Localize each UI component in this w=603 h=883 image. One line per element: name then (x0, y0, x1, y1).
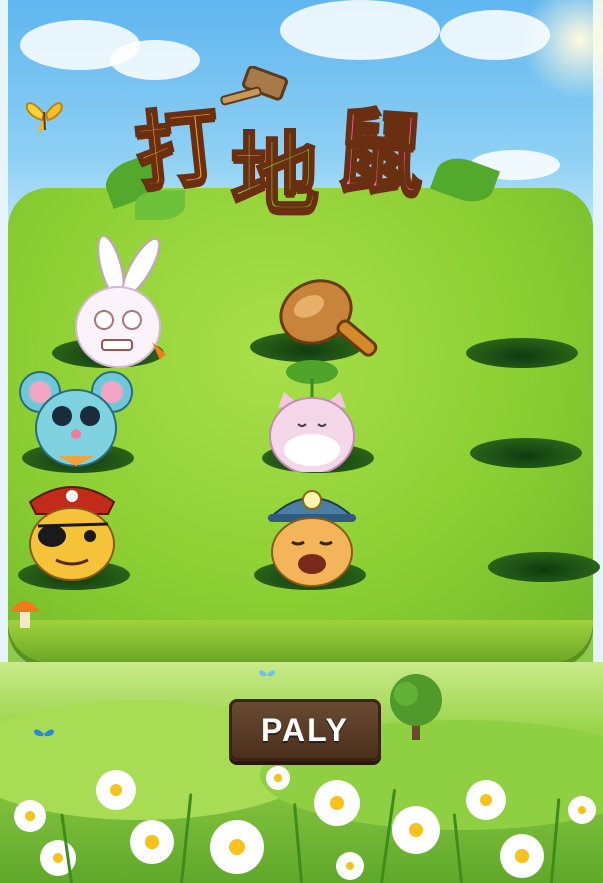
field-rim (8, 620, 593, 662)
daisy-flower (14, 800, 46, 832)
butterfly-icon (258, 670, 276, 677)
rabbit-character[interactable] (66, 232, 176, 372)
mole-hole[interactable] (488, 552, 600, 582)
tree-icon (390, 674, 442, 740)
mouse-character[interactable] (18, 364, 134, 470)
daisy-flower (336, 852, 364, 880)
play-button[interactable]: PALY (229, 699, 381, 761)
butterfly-icon (34, 729, 54, 737)
title-char-hit: 打 (129, 93, 226, 203)
butterfly-icon (25, 102, 63, 133)
play-button-label: PALY (260, 711, 350, 748)
cloud (280, 0, 440, 60)
daisy-flower (314, 780, 360, 826)
title-hammer-icon (220, 66, 288, 106)
title-char-mouse: 鼠 (329, 95, 429, 210)
mushroom-icon (10, 601, 40, 628)
daisy-flower (500, 834, 544, 878)
daisy-flower (266, 766, 290, 790)
daisy-flower (96, 770, 136, 810)
daisy-flower (130, 820, 174, 864)
wooden-mallet-icon[interactable] (276, 272, 386, 376)
game-title: 打 地 鼠 (99, 66, 501, 228)
miner-cat-character[interactable] (262, 478, 362, 588)
daisy-flower (466, 780, 506, 820)
mole-hole[interactable] (466, 338, 578, 368)
daisy-flower (392, 806, 440, 854)
daisy-flower (568, 796, 596, 824)
cloud (110, 40, 200, 80)
cloud (440, 10, 550, 60)
pirate-cat-character[interactable] (20, 474, 124, 582)
game-screen: 打 地 鼠 PALY (0, 0, 603, 883)
mole-hole[interactable] (470, 438, 582, 468)
daisy-flower (210, 820, 264, 874)
